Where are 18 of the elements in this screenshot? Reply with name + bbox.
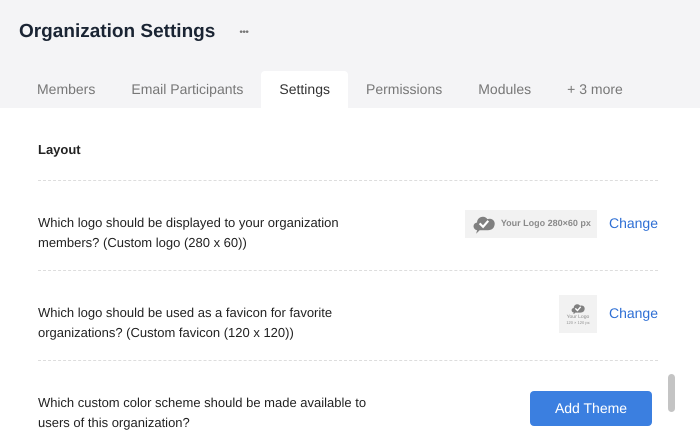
- tab[interactable]: Modules: [460, 71, 550, 108]
- tab[interactable]: Permissions: [348, 71, 460, 108]
- logo-placeholder-text: Your Logo 280×60 px: [500, 216, 591, 230]
- add-theme-button[interactable]: Add Theme: [530, 390, 652, 426]
- setting-question: Which logo should be used as a favicon for favorite organizations? (Custom favicon (120 x 120)): [38, 304, 334, 342]
- cloud-check-icon: [570, 302, 586, 314]
- page-title: Organization Settings: [19, 20, 216, 44]
- section-title: Layout: [38, 141, 81, 159]
- setting-question: Which logo should be displayed to your organization members? (Custom logo (280 x 60)): [38, 214, 340, 252]
- more-button[interactable]: •••: [239, 24, 248, 40]
- scrollbar-thumb[interactable]: [668, 374, 675, 412]
- tab[interactable]: + 3 more: [549, 71, 641, 108]
- change-link[interactable]: Change: [608, 303, 658, 324]
- setting-question: Which custom color scheme should be made available to users of this organization?: [38, 394, 368, 432]
- tab[interactable]: Settings: [261, 71, 348, 108]
- tab[interactable]: Email Participants: [113, 71, 262, 108]
- change-link[interactable]: Change: [608, 213, 658, 234]
- tab[interactable]: Members: [19, 71, 114, 108]
